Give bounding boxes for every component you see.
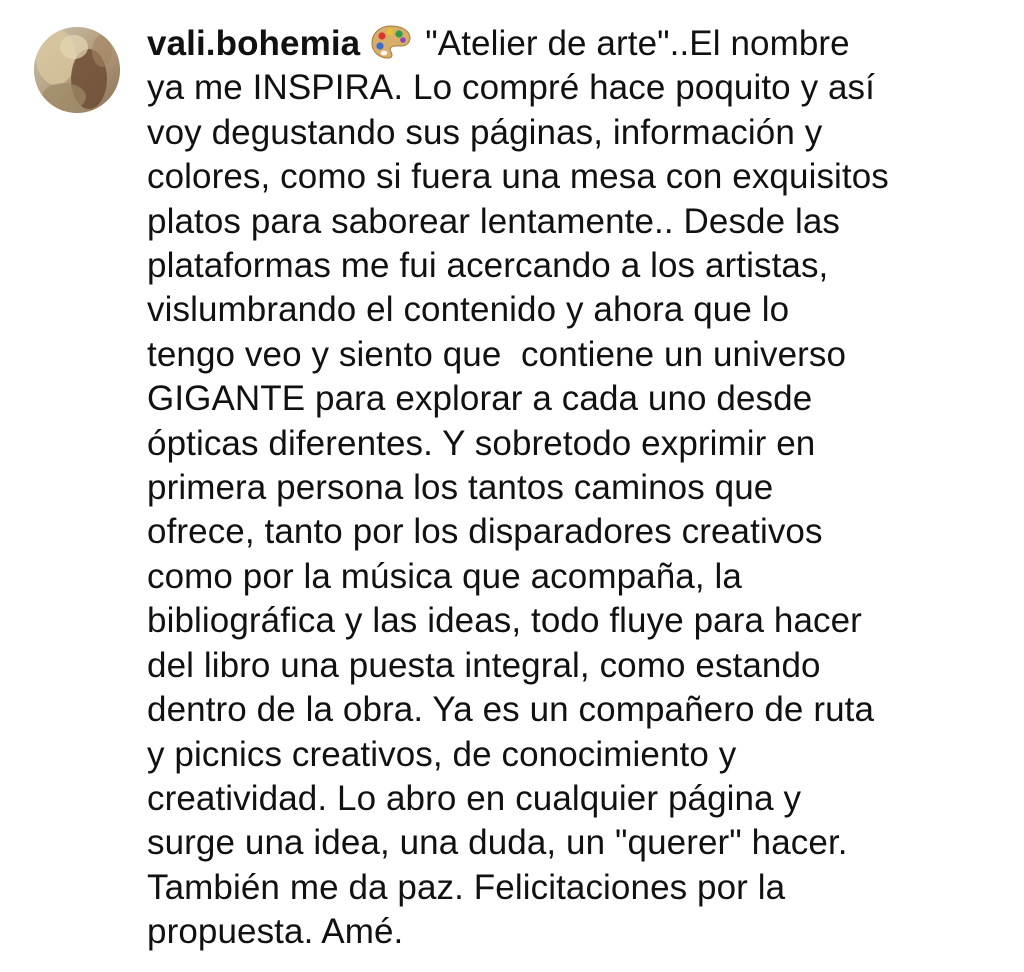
comment: vali.bohemia "Atelier de arte"..El nombr…: [0, 0, 1024, 972]
comment-text-line: plataformas me fui acercando a los artis…: [147, 246, 829, 286]
comment-text-line: propuesta. Amé.: [147, 912, 404, 952]
comment-text-line: surge una idea, una duda, un "querer" ha…: [147, 823, 848, 863]
palette-icon: [371, 25, 411, 59]
comment-text-line: "Atelier de arte"..El nombre: [425, 24, 850, 63]
comment-text-line: tengo veo y siento que contiene un unive…: [147, 334, 847, 374]
comment-text-line: como por la música que acompaña, la: [147, 556, 742, 596]
avatar[interactable]: [34, 27, 120, 113]
comment-text-line: platos para saborear lentamente.. Desde …: [147, 201, 841, 241]
comment-text-line: creatividad. Lo abro en cualquier página…: [147, 778, 802, 818]
comment-first-line: vali.bohemia "Atelier de arte"..El nombr…: [147, 22, 997, 66]
comment-text-line: vislumbrando el contenido y ahora que lo: [147, 290, 790, 330]
comment-text-line: colores, como si fuera una mesa con exqu…: [147, 157, 889, 197]
username[interactable]: vali.bohemia: [147, 24, 360, 63]
comment-text-line: GIGANTE para explorar a cada uno desde: [147, 379, 813, 419]
avatar-photo: [34, 27, 120, 113]
comment-text-line: También me da paz. Felicitaciones por la: [147, 867, 786, 907]
comment-text: vali.bohemia "Atelier de arte"..El nombr…: [147, 22, 997, 955]
comment-text-line: ofrece, tanto por los disparadores creat…: [147, 512, 823, 552]
comment-text-line: ya me INSPIRA. Lo compré hace poquito y …: [147, 68, 875, 108]
comment-text-line: y picnics creativos, de conocimiento y: [147, 734, 737, 774]
comment-text-line: del libro una puesta integral, como esta…: [147, 645, 821, 685]
comment-text-line: primera persona los tantos caminos que: [147, 468, 774, 508]
comment-text-line: ópticas diferentes. Y sobretodo exprimir…: [147, 423, 816, 463]
comment-text-line: dentro de la obra. Ya es un compañero de…: [147, 690, 875, 730]
comment-text-line: bibliográfica y las ideas, todo fluye pa…: [147, 601, 862, 641]
comment-text-line: voy degustando sus páginas, información …: [147, 112, 823, 152]
